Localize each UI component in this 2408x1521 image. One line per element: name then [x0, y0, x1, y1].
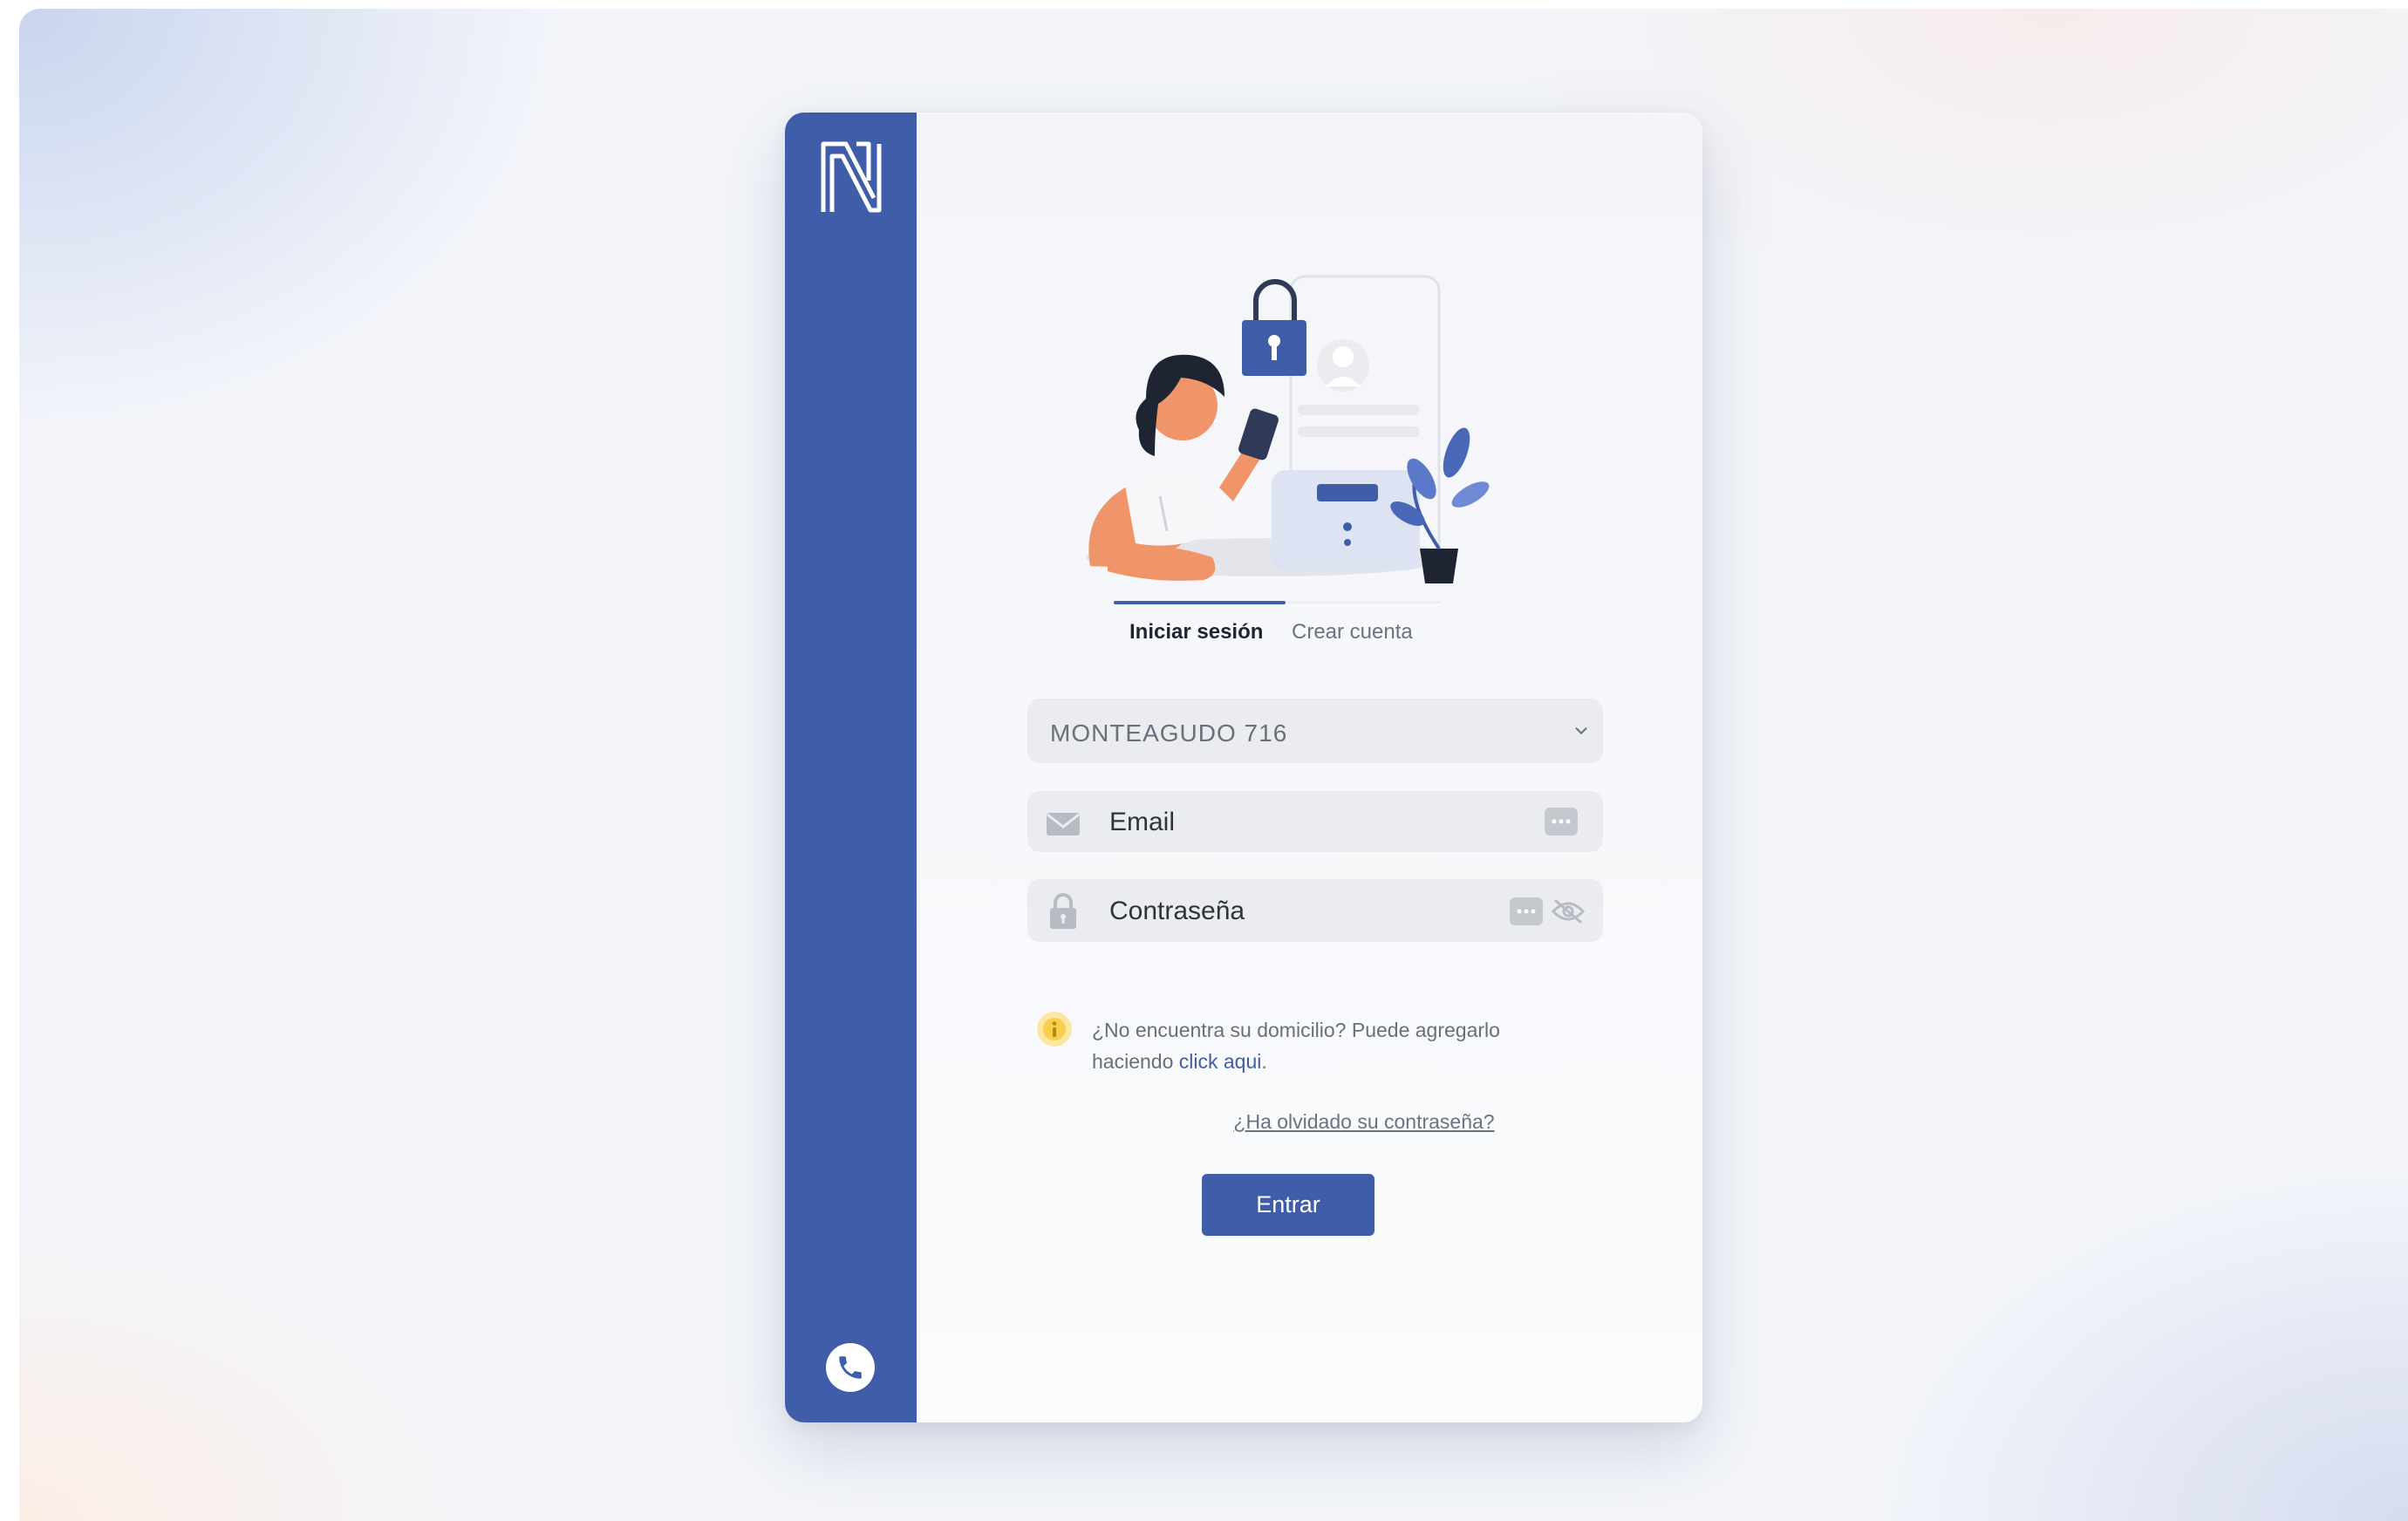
login-illustration [1086, 275, 1490, 583]
submit-button[interactable]: Entrar [1202, 1174, 1375, 1236]
info-text: ¿No encuentra su domicilio? Puede agrega… [1092, 1019, 1500, 1073]
info-message-text: ¿No encuentra su domicilio? Puede agrega… [1092, 1019, 1500, 1073]
password-input[interactable] [1108, 879, 1495, 944]
add-address-link[interactable]: click aqui [1179, 1050, 1262, 1073]
tab-iniciar-sesion[interactable]: Iniciar sesión [1129, 620, 1263, 645]
logo-n-icon [821, 141, 882, 213]
address-select-value: MONTEAGUDO 716 [1050, 720, 1288, 747]
active-tab-indicator [1114, 601, 1286, 604]
password-field [1027, 879, 1603, 944]
auth-tabs: Iniciar sesión Crear cuenta [1114, 601, 1441, 662]
login-card: Iniciar sesión Crear cuenta MONTEAGUDO 7… [785, 113, 1702, 1422]
keyboard-icon[interactable] [1544, 807, 1579, 836]
envelope-icon [1047, 813, 1080, 836]
keyboard-icon[interactable] [1509, 897, 1544, 926]
sidebar [785, 113, 917, 1422]
phone-icon [839, 1356, 862, 1379]
chevron-down-icon [1575, 727, 1587, 735]
info-icon [1037, 1012, 1072, 1047]
forgot-password-row: ¿Ha olvidado su contraseña? [785, 1110, 1702, 1134]
email-field [1027, 791, 1603, 854]
tab-crear-cuenta[interactable]: Crear cuenta [1292, 620, 1413, 645]
email-input[interactable] [1108, 791, 1495, 854]
address-select[interactable]: MONTEAGUDO 716 [1027, 699, 1603, 763]
phone-button[interactable] [826, 1343, 875, 1392]
lock-icon [1050, 893, 1076, 929]
forgot-password-link[interactable]: ¿Ha olvidado su contraseña? [1233, 1110, 1494, 1133]
eye-off-icon[interactable] [1551, 898, 1586, 924]
